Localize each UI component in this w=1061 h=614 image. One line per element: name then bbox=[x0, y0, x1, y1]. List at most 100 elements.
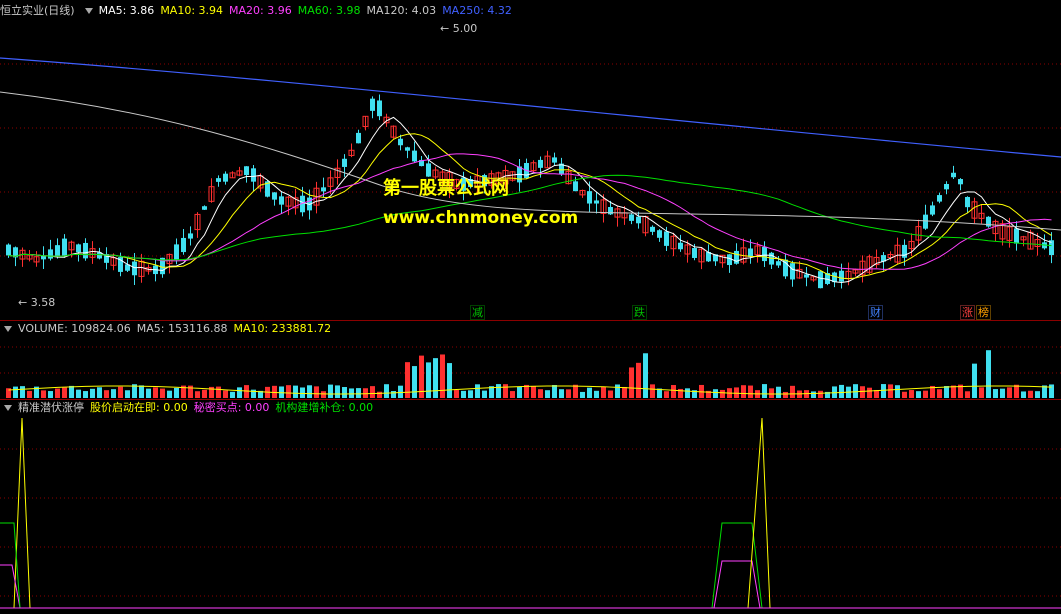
candle-body bbox=[321, 187, 326, 192]
volume-bar bbox=[370, 386, 375, 398]
volume-ma5-label: MA5: 153116.88 bbox=[136, 322, 228, 335]
volume-bar bbox=[13, 386, 18, 398]
marker-zhang: 涨 bbox=[960, 305, 975, 320]
watermark-title: 第一股票公式网 bbox=[383, 178, 509, 199]
volume-bar bbox=[811, 391, 816, 398]
volume-bar bbox=[440, 354, 445, 398]
volume-bar bbox=[594, 390, 599, 398]
volume-bar bbox=[125, 390, 130, 398]
volume-bar bbox=[748, 385, 753, 398]
candle-body bbox=[223, 173, 228, 182]
volume-bar bbox=[76, 389, 81, 398]
volume-bar bbox=[902, 391, 907, 398]
volume-bar bbox=[426, 362, 431, 398]
volume-bar bbox=[510, 391, 515, 398]
volume-bar bbox=[776, 386, 781, 398]
volume-bar bbox=[55, 388, 60, 398]
volume-bar bbox=[538, 389, 543, 398]
volume-bar bbox=[342, 387, 347, 398]
candle-body bbox=[804, 274, 809, 278]
indicator-institution-label: 机构建增补仓: 0.00 bbox=[275, 401, 374, 414]
volume-bar bbox=[62, 387, 67, 398]
candle-body bbox=[776, 261, 781, 266]
volume-bar bbox=[580, 391, 585, 398]
candle-body bbox=[552, 157, 557, 163]
candle-body bbox=[6, 244, 11, 256]
volume-bar bbox=[1021, 391, 1026, 398]
volume-bar bbox=[307, 385, 312, 398]
volume-bar bbox=[433, 358, 438, 398]
candle-body bbox=[538, 159, 543, 168]
volume-bar bbox=[111, 389, 116, 398]
volume-bar bbox=[195, 391, 200, 398]
volume-bar bbox=[321, 391, 326, 398]
volume-bar bbox=[867, 387, 872, 398]
candle-body bbox=[272, 192, 277, 200]
candle-body bbox=[965, 197, 970, 208]
volume-bar bbox=[860, 386, 865, 398]
volume-bar bbox=[118, 386, 123, 398]
price-chart[interactable] bbox=[0, 0, 1061, 320]
ma250-label: MA250: 4.32 bbox=[442, 4, 512, 17]
candle-body bbox=[692, 248, 697, 258]
volume-bar bbox=[818, 390, 823, 398]
candle-body bbox=[174, 244, 179, 260]
volume-bar bbox=[916, 391, 921, 398]
volume-bar bbox=[468, 390, 473, 398]
volume-bar bbox=[412, 366, 417, 398]
indicator-secret-buy-label: 秘密买点: 0.00 bbox=[193, 401, 270, 414]
volume-bar bbox=[496, 384, 501, 398]
dropdown-icon[interactable] bbox=[84, 7, 93, 14]
volume-bar bbox=[349, 388, 354, 398]
volume-bar bbox=[993, 389, 998, 398]
indicator-name: 精准潜伏涨停 bbox=[18, 401, 84, 414]
volume-bar bbox=[986, 350, 991, 398]
candle-body bbox=[930, 205, 935, 215]
volume-bar bbox=[622, 386, 627, 398]
ma10-label: MA10: 3.94 bbox=[160, 4, 224, 17]
volume-bar bbox=[853, 384, 858, 398]
volume-panel[interactable]: VOLUME: 109824.06 MA5: 153116.88 MA10: 233… bbox=[0, 321, 1061, 399]
volume-bar bbox=[923, 390, 928, 398]
volume-bar bbox=[608, 390, 613, 398]
volume-bar bbox=[951, 385, 956, 398]
indicator-chart[interactable] bbox=[0, 400, 1061, 614]
volume-bar bbox=[741, 385, 746, 398]
volume-bar bbox=[475, 384, 480, 398]
volume-bar bbox=[146, 388, 151, 398]
volume-bar bbox=[286, 385, 291, 398]
volume-bar bbox=[216, 386, 221, 398]
volume-bar bbox=[1014, 384, 1019, 398]
indicator-panel[interactable]: 精准潜伏涨停 股价启动在即: 0.00 秘密买点: 0.00 机构建增补仓: 0.00 bbox=[0, 400, 1061, 614]
volume-bar bbox=[664, 391, 669, 398]
indicator-dropdown-icon[interactable] bbox=[4, 404, 12, 411]
candle-body bbox=[839, 270, 844, 282]
price-panel[interactable]: 恒立实业(日线) MA5: 3.86 MA10: 3.94 MA20: 3.96 MA6… bbox=[0, 0, 1061, 320]
candle-body bbox=[748, 248, 753, 257]
volume-bar bbox=[895, 385, 900, 398]
volume-bar bbox=[629, 367, 634, 398]
candle-body bbox=[216, 178, 221, 182]
candle-body bbox=[664, 231, 669, 246]
volume-bar bbox=[972, 363, 977, 398]
ma5-label: MA5: 3.86 bbox=[98, 4, 155, 17]
volume-bar bbox=[356, 388, 361, 398]
volume-bar bbox=[160, 388, 165, 398]
volume-bar bbox=[636, 362, 641, 398]
marker-jian: 减 bbox=[470, 305, 485, 320]
low-price-label: ← 3.58 bbox=[18, 296, 56, 309]
candle-body bbox=[62, 238, 67, 256]
volume-bar bbox=[104, 390, 109, 398]
volume-dropdown-icon[interactable] bbox=[4, 325, 12, 332]
volume-bar bbox=[643, 353, 648, 398]
candle-body bbox=[83, 242, 88, 259]
candle-body bbox=[76, 244, 81, 253]
candle-body bbox=[1014, 228, 1019, 244]
high-price-label: ← 5.00 bbox=[440, 22, 478, 35]
volume-bar bbox=[881, 384, 886, 398]
watermark-url: www.chnmoney.com bbox=[383, 208, 579, 228]
volume-ma10-label: MA10: 233881.72 bbox=[233, 322, 332, 335]
candle-body bbox=[188, 233, 193, 239]
volume-bar bbox=[769, 388, 774, 398]
volume-bar bbox=[888, 384, 893, 398]
